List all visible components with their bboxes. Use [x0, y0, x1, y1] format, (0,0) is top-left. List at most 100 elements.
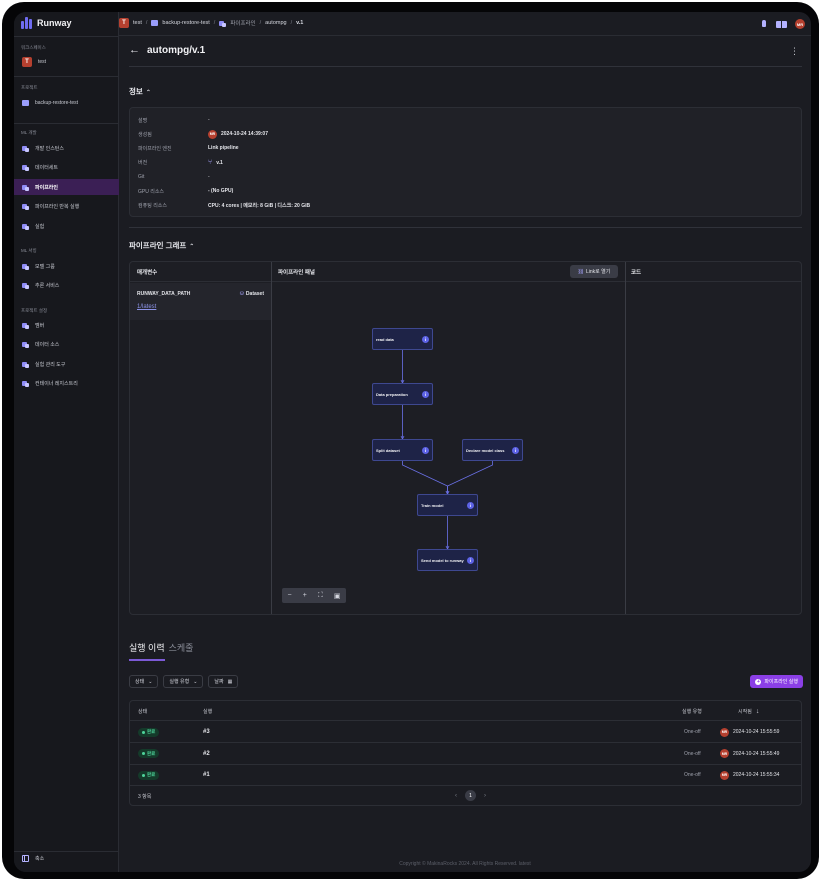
status-label: 완료 — [147, 729, 156, 734]
tab-run-history[interactable]: 실행 이력 — [129, 641, 165, 661]
runner-avatar: MR — [720, 770, 729, 780]
info-icon[interactable]: i — [422, 335, 429, 343]
breadcrumb: T test / backup-restore-test / 파이프라인 / a… — [119, 18, 303, 28]
tab-schedule[interactable]: 스케줄 — [169, 641, 194, 661]
table-header: 상태 실행 실행 유형 시작됨 ↓ — [130, 701, 801, 721]
open-in-link-button[interactable]: ⛓ Link로 열기 — [570, 265, 618, 278]
info-icon[interactable]: i — [467, 556, 474, 564]
zoom-controls: − + ⛶ ▣ — [282, 588, 346, 603]
prev-page-icon[interactable]: ‹ — [455, 793, 457, 799]
run-name[interactable]: #3 — [203, 722, 210, 742]
pipeline-node-read[interactable]: read data i — [372, 328, 433, 350]
screenshot-icon[interactable]: ▣ — [334, 592, 341, 600]
status-filter[interactable]: 상태 ⌄ — [129, 675, 159, 688]
pipeline-icon — [219, 20, 227, 27]
pipeline-node-prep[interactable]: Data preparation i — [372, 383, 433, 405]
page-header: ← autompg/v.1 — [129, 44, 205, 56]
divider — [14, 36, 119, 37]
column-started[interactable]: 시작됨 ↓ — [738, 701, 759, 721]
info-value: CPU: 4 cores | 메모리: 8 GiB | 디스크: 20 GiB — [208, 202, 310, 209]
status-dot-icon — [142, 773, 145, 777]
param-type: ⛁ Dataset — [240, 291, 264, 297]
sidebar-item-data-source[interactable]: 데이터 소스 — [14, 337, 119, 353]
sidebar-item-label: 컨테이너 레지스트리 — [35, 381, 78, 387]
info-icon[interactable]: i — [512, 446, 519, 454]
info-value-text: Link pipeline — [208, 145, 239, 152]
table-row[interactable]: 완료 #3 One-off MR 2024-10-24 15:55:59 — [130, 722, 801, 743]
app-window: Runway 워크스페이스 T test 프로젝트 backup-restore… — [14, 12, 811, 872]
workspace-selector[interactable]: T test — [14, 54, 119, 70]
more-options-icon[interactable]: ⋮ — [790, 46, 799, 57]
breadcrumb-section[interactable]: 파이프라인 — [230, 19, 255, 27]
info-row: 설명 - — [138, 115, 210, 125]
user-avatar[interactable]: MR — [795, 19, 805, 29]
runway-logo-icon — [21, 17, 33, 29]
sidebar-item-registry[interactable]: 컨테이너 레지스트리 — [14, 376, 119, 392]
pipeline-node-send[interactable]: Send model to runway i — [417, 549, 478, 571]
status-dot-icon — [142, 730, 145, 734]
divider — [14, 76, 119, 77]
back-arrow-icon[interactable]: ← — [129, 44, 140, 56]
sidebar-item-schedule[interactable]: 파이프라인 반복 실행 — [14, 199, 119, 215]
run-name[interactable]: #1 — [203, 765, 210, 785]
page-title: autompg/v.1 — [147, 44, 206, 56]
info-value: - (No GPU) — [208, 188, 233, 194]
started-cell: MR 2024-10-24 15:55:34 — [720, 765, 779, 785]
run-type: One-off — [684, 729, 701, 735]
ml-dev-section-label: ML 개발 — [21, 130, 37, 135]
sidebar-item-pipeline[interactable]: 파이프라인 — [14, 179, 119, 195]
node-label: Split dataset — [376, 447, 400, 453]
params-header: 매개변수 — [137, 270, 158, 276]
graph-section-title: 파이프라인 그래프 — [129, 241, 187, 250]
sidebar-item-experiment-tool[interactable]: 실험 관리 도구 — [14, 356, 119, 372]
sidebar-item-member[interactable]: 멤버 — [14, 317, 119, 333]
info-label: 파이프라인 엔진 — [138, 145, 172, 152]
chevron-up-icon: ⌃ — [189, 244, 195, 250]
rocket-icon[interactable] — [760, 20, 768, 28]
status-cell: 완료 — [138, 744, 160, 764]
table-row[interactable]: 완료 #2 One-off MR 2024-10-24 15:55:49 — [130, 744, 801, 765]
experiment-icon — [22, 223, 29, 230]
zoom-out-icon[interactable]: − — [288, 592, 292, 599]
pipeline-node-train[interactable]: Train model i — [417, 494, 478, 516]
graph-section-toggle[interactable]: 파이프라인 그래프 ⌃ — [129, 240, 194, 251]
registry-icon — [22, 380, 29, 387]
pipeline-edge-split-train — [402, 461, 448, 494]
breadcrumb-separator: / — [259, 20, 262, 26]
breadcrumb-pipeline[interactable]: autompg — [265, 20, 286, 26]
run-name[interactable]: #2 — [203, 744, 210, 764]
run-type-filter[interactable]: 실행 유형 ⌄ — [163, 675, 204, 688]
pipeline-node-split[interactable]: Split dataset i — [372, 439, 433, 461]
breadcrumb-workspace[interactable]: test — [133, 20, 142, 26]
pipeline-node-declare[interactable]: Declare model class i — [462, 439, 523, 461]
column-started-label: 시작됨 — [738, 708, 752, 715]
pipeline-canvas[interactable]: − + ⛶ ▣ read data i Data preparation i Split da… — [272, 283, 626, 614]
sidebar-item-inference[interactable]: 추론 서비스 — [14, 278, 119, 294]
info-icon[interactable]: i — [422, 390, 429, 398]
runner-avatar: MR — [720, 749, 729, 758]
fit-view-icon[interactable]: ⛶ — [318, 592, 323, 600]
collapse-sidebar-button[interactable]: 축소 — [22, 855, 44, 862]
table-row[interactable]: 완료 #1 One-off MR 2024-10-24 15:55:34 — [130, 765, 801, 786]
sidebar-item-model-group[interactable]: 모델 그룹 — [14, 258, 119, 274]
info-icon[interactable]: i — [467, 501, 474, 509]
sidebar-item-experiment[interactable]: 실험 — [14, 218, 119, 234]
breadcrumb-project[interactable]: backup-restore-test — [162, 20, 209, 26]
dataset-icon — [22, 164, 29, 171]
info-value-text: CPU: 4 cores | 메모리: 8 GiB | 디스크: 20 GiB — [208, 202, 311, 209]
next-page-icon[interactable]: › — [484, 793, 486, 799]
zoom-in-icon[interactable]: + — [303, 592, 307, 599]
started-time: 2024-10-24 15:55:49 — [733, 750, 780, 757]
page-number[interactable]: 1 — [465, 790, 476, 801]
run-pipeline-button[interactable]: + 파이프라인 실행 — [750, 675, 803, 688]
info-icon[interactable]: i — [422, 446, 429, 454]
brand-logo[interactable]: Runway — [21, 17, 72, 29]
project-selector[interactable]: backup-restore-test — [14, 95, 119, 111]
sidebar-item-instance[interactable]: 개발 인스턴스 — [14, 140, 119, 156]
collapse-label: 축소 — [35, 856, 45, 862]
date-filter[interactable]: 날짜 ▦ — [208, 675, 239, 688]
info-section-toggle[interactable]: 정보 ⌃ — [129, 86, 151, 97]
sidebar-item-dataset[interactable]: 데이터세트 — [14, 160, 119, 176]
docs-book-icon[interactable] — [776, 20, 787, 28]
param-value-link[interactable]: 1/latest — [137, 304, 156, 310]
